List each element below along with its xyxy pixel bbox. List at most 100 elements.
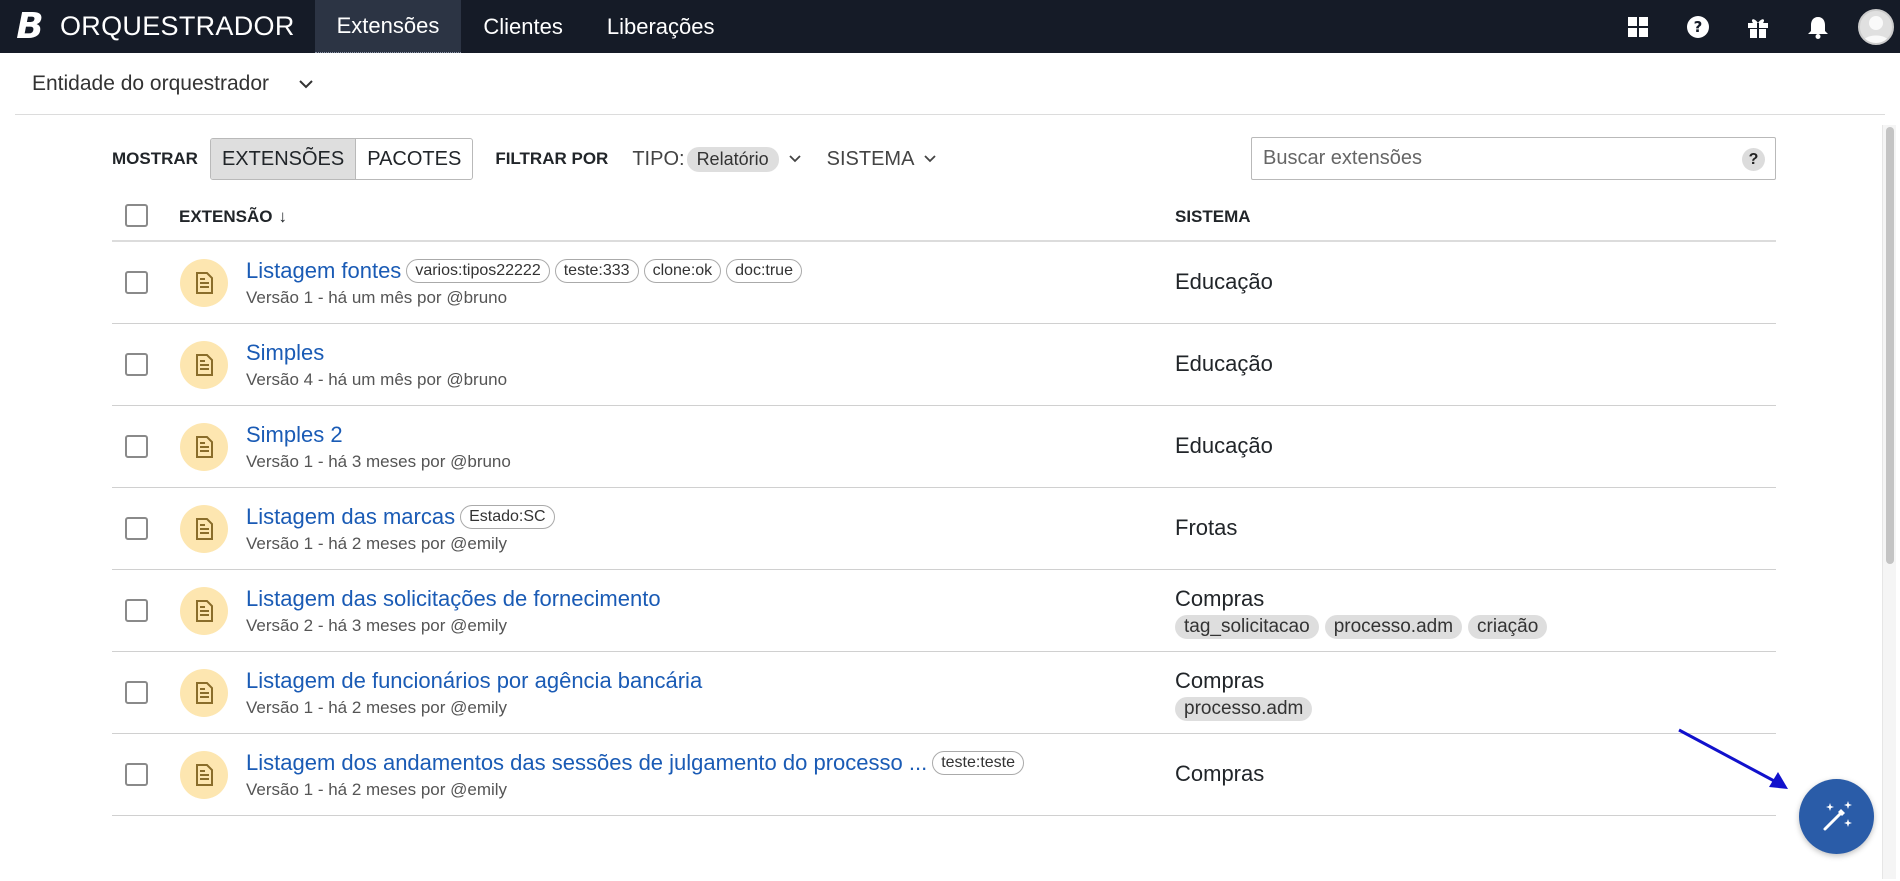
report-document-icon	[180, 341, 228, 389]
tipo-filter[interactable]: TIPO: Relatório	[632, 146, 801, 172]
chevron-down-icon[interactable]	[788, 155, 801, 163]
system-cell: Educação	[1175, 269, 1273, 295]
system-name: Frotas	[1175, 515, 1238, 540]
table-row[interactable]: Simples 2 Versão 1 - há 3 meses por @bru…	[112, 406, 1776, 488]
extension-meta: Versão 1 - há 2 meses por @emily	[246, 780, 508, 799]
extension-title-line: Listagem de funcionários por agência ban…	[246, 666, 702, 696]
extension-link[interactable]: Simples 2	[246, 422, 343, 448]
entity-label: Entidade do orquestrador	[32, 71, 269, 95]
annotation-arrow-icon	[1678, 728, 1788, 789]
extension-title-line: Listagem das marcas Estado:SC	[246, 502, 555, 532]
row-checkbox[interactable]	[125, 517, 148, 540]
system-cell: Educação	[1175, 433, 1273, 459]
search-help-icon[interactable]: ?	[1742, 148, 1765, 171]
extension-tag[interactable]: clone:ok	[643, 259, 722, 283]
bell-icon[interactable]	[1788, 0, 1848, 53]
extension-meta: Versão 1 - há 2 meses por @emily	[246, 534, 508, 553]
extension-info: Simples 2 Versão 1 - há 3 meses por @bru…	[246, 420, 511, 472]
search-input[interactable]	[1252, 147, 1722, 170]
extension-title-line: Listagem fontes varios:tipos22222 teste:3…	[246, 256, 802, 286]
extension-link[interactable]: Listagem das solicitações de forneciment…	[246, 586, 661, 612]
extension-info: Listagem das marcas Estado:SC Versão 1 -…	[246, 502, 555, 554]
system-tag[interactable]: criação	[1468, 615, 1548, 639]
system-tag[interactable]: processo.adm	[1175, 697, 1313, 721]
row-checkbox[interactable]	[125, 681, 148, 704]
extension-link[interactable]: Listagem dos andamentos das sessões de j…	[246, 750, 927, 776]
table-row[interactable]: Listagem de funcionários por agência ban…	[112, 652, 1776, 734]
top-icons: ?	[1608, 0, 1900, 53]
system-cell: Compras processo.adm	[1175, 668, 1318, 721]
extension-title-line: Simples 2	[246, 420, 511, 450]
show-label: MOSTRAR	[112, 149, 198, 168]
report-document-icon	[180, 587, 228, 635]
row-checkbox[interactable]	[125, 763, 148, 786]
extension-meta: Versão 2 - há 3 meses por @emily	[246, 616, 508, 635]
table-row[interactable]: Simples Versão 4 - há um mês por @bruno …	[112, 324, 1776, 406]
extension-link[interactable]: Simples	[246, 340, 324, 366]
table-row[interactable]: Listagem fontes varios:tipos22222 teste:3…	[112, 242, 1776, 324]
tab-liberacoes[interactable]: Liberações	[585, 0, 737, 53]
system-cell: Educação	[1175, 351, 1273, 377]
magic-assistant-button[interactable]	[1799, 779, 1874, 854]
extension-link[interactable]: Listagem fontes	[246, 258, 401, 284]
extension-info: Listagem fontes varios:tipos22222 teste:3…	[246, 256, 802, 308]
tab-extensoes[interactable]: Extensões	[314, 0, 462, 53]
apps-grid-icon[interactable]	[1608, 0, 1668, 53]
report-document-icon	[180, 669, 228, 717]
system-name: Compras	[1175, 586, 1265, 611]
user-avatar-icon[interactable]	[1858, 8, 1894, 45]
row-checkbox[interactable]	[125, 599, 148, 622]
row-checkbox[interactable]	[125, 353, 148, 376]
sistema-filter[interactable]: SISTEMA	[827, 148, 937, 171]
select-all-checkbox[interactable]	[125, 204, 148, 227]
extension-tag[interactable]: teste:333	[554, 259, 639, 283]
system-name: Compras	[1175, 761, 1265, 786]
system-tag[interactable]: processo.adm	[1324, 615, 1463, 639]
report-document-icon	[180, 259, 228, 307]
show-pacotes-button[interactable]: PACOTES	[356, 139, 472, 179]
extension-title-line: Listagem dos andamentos das sessões de j…	[246, 748, 1025, 778]
gift-icon[interactable]	[1728, 0, 1788, 53]
report-document-icon	[180, 505, 228, 553]
chevron-down-icon[interactable]	[924, 155, 937, 163]
column-header-extensao-label: EXTENSÃO	[179, 207, 273, 226]
filter-label: FILTRAR POR	[495, 149, 609, 168]
magic-wand-icon	[1823, 800, 1852, 830]
extension-link[interactable]: Listagem de funcionários por agência ban…	[246, 668, 702, 694]
row-checkbox[interactable]	[125, 435, 148, 458]
extension-info: Listagem das solicitações de forneciment…	[246, 584, 661, 636]
extension-info: Listagem de funcionários por agência ban…	[246, 666, 702, 718]
table-row[interactable]: Listagem das solicitações de forneciment…	[112, 570, 1776, 652]
app-name: ORQUESTRADOR	[60, 11, 295, 41]
extension-info: Simples Versão 4 - há um mês por @bruno	[246, 338, 507, 390]
tab-clientes[interactable]: Clientes	[461, 0, 584, 53]
extension-tag[interactable]: doc:true	[726, 259, 802, 283]
extension-tag[interactable]: varios:tipos22222	[406, 259, 550, 283]
sistema-filter-label: SISTEMA	[826, 147, 915, 170]
tipo-value-pill[interactable]: Relatório	[686, 146, 779, 172]
system-cell: Compras tag_solicitacao processo.adm criaç…	[1175, 586, 1553, 639]
extension-meta: Versão 1 - há um mês por @bruno	[246, 288, 508, 307]
brand-logo[interactable]: B	[8, 0, 52, 53]
row-checkbox[interactable]	[125, 271, 148, 294]
table-row[interactable]: Listagem das marcas Estado:SC Versão 1 -…	[112, 488, 1776, 570]
scrollbar-thumb[interactable]	[1886, 127, 1894, 564]
table-row[interactable]: Listagem dos andamentos das sessões de j…	[112, 734, 1776, 816]
entity-selector[interactable]: Entidade do orquestrador	[15, 53, 1885, 115]
extension-tag[interactable]: Estado:SC	[460, 505, 555, 529]
report-document-icon	[180, 751, 228, 799]
show-extensoes-button[interactable]: EXTENSÕES	[210, 139, 357, 179]
page-scrollbar[interactable]	[1882, 125, 1896, 879]
system-tags: tag_solicitacao processo.adm criação	[1175, 615, 1553, 639]
search-box: ?	[1251, 137, 1776, 180]
extension-link[interactable]: Listagem das marcas	[246, 504, 455, 530]
system-name: Educação	[1175, 269, 1273, 294]
help-circle-icon[interactable]: ?	[1668, 0, 1728, 53]
chevron-down-icon[interactable]	[299, 79, 313, 89]
extension-tag[interactable]: teste:teste	[932, 751, 1025, 775]
sort-down-icon: ↓	[278, 207, 288, 226]
extensions-table: EXTENSÃO ↓ SISTEMA Listagem fontes vario…	[112, 193, 1776, 816]
system-cell: Compras	[1175, 761, 1264, 787]
column-header-extensao[interactable]: EXTENSÃO ↓	[179, 207, 287, 227]
system-tag[interactable]: tag_solicitacao	[1175, 615, 1319, 639]
